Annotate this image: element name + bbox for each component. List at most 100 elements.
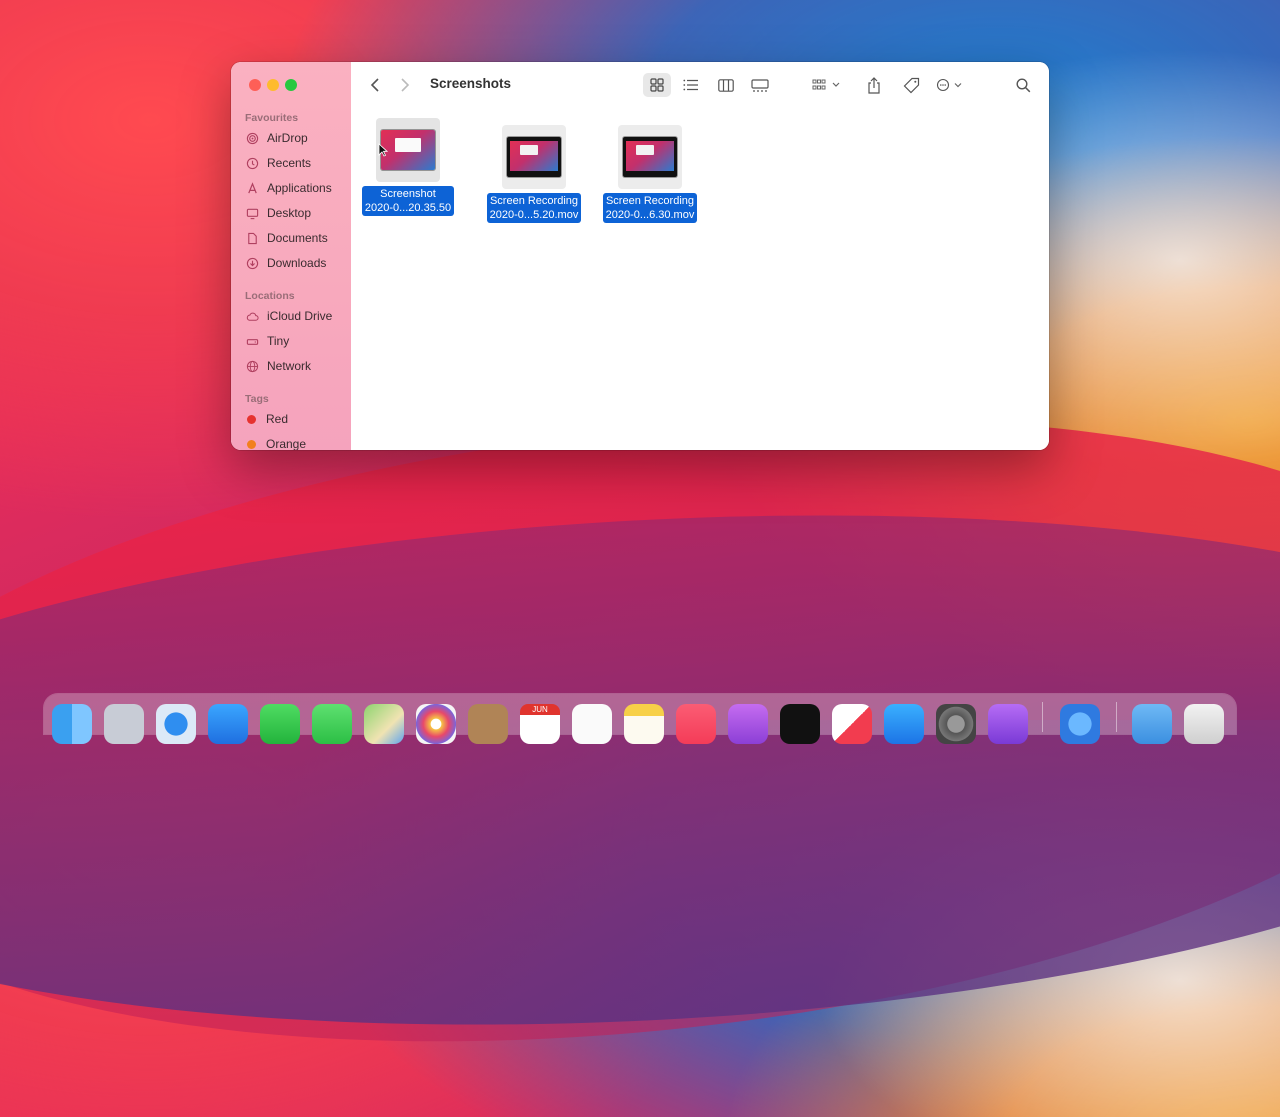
sidebar-item-label: Red	[266, 412, 289, 426]
finder-icon[interactable]	[52, 704, 92, 744]
sidebar-section-locations: Locations	[245, 290, 295, 302]
globe-icon	[245, 359, 259, 373]
sidebar-item-label: Downloads	[267, 256, 327, 270]
sidebar-item-label: Desktop	[267, 206, 312, 220]
sidebar-item-desktop[interactable]: Desktop	[245, 203, 349, 223]
sidebar-item-label: Network	[267, 359, 312, 373]
icon-view-icon	[650, 78, 664, 92]
dock-separator	[1116, 702, 1117, 732]
file-item[interactable]: Screen Recording 2020-0...5.20.mov	[474, 125, 594, 223]
file-grid: Screenshot 2020-0...20.35.50 Screen Reco…	[351, 108, 1049, 450]
recording-preview	[507, 137, 561, 177]
share-icon	[868, 76, 880, 94]
cloud-icon	[245, 309, 259, 323]
sidebar-item-airdrop[interactable]: AirDrop	[245, 128, 349, 148]
contacts-icon[interactable]	[468, 704, 508, 744]
safari-icon[interactable]	[156, 704, 196, 744]
sidebar-item-tag-orange[interactable]: Orange	[245, 434, 349, 450]
tag-color-dot	[247, 439, 256, 449]
podcasts-icon[interactable]	[728, 704, 768, 744]
file-item[interactable]: Screen Recording 2020-0...6.30.mov	[590, 125, 710, 223]
screenshot-preview	[381, 130, 435, 170]
system-preferences-icon[interactable]	[936, 704, 976, 744]
news-icon[interactable]	[832, 704, 872, 744]
group-button[interactable]	[809, 73, 845, 97]
facetime-icon[interactable]	[260, 704, 300, 744]
notes-icon[interactable]	[624, 704, 664, 744]
desktop-icon	[245, 206, 259, 220]
column-view-button[interactable]	[712, 73, 740, 97]
maps-icon[interactable]	[364, 704, 404, 744]
download-icon	[245, 256, 259, 270]
tag-icon	[903, 77, 919, 93]
toolbar: Screenshots	[351, 62, 1049, 109]
dock-separator	[1042, 702, 1043, 732]
forward-button[interactable]	[395, 73, 415, 97]
sidebar-item-icloud-drive[interactable]: iCloud Drive	[245, 306, 349, 326]
file-item[interactable]: Screenshot 2020-0...20.35.50	[348, 118, 468, 216]
tv-icon[interactable]	[780, 704, 820, 744]
sidebar-item-label: Orange	[266, 437, 307, 450]
disk-icon	[245, 334, 259, 348]
list-view-icon	[683, 79, 698, 91]
file-thumbnail	[618, 125, 682, 189]
calendar-month-label: JUN	[520, 704, 560, 715]
music-icon[interactable]	[676, 704, 716, 744]
mail-icon[interactable]	[208, 704, 248, 744]
zoom-button[interactable]	[285, 79, 297, 91]
feedback-icon[interactable]	[988, 704, 1028, 744]
icon-view-button[interactable]	[643, 73, 671, 97]
airdrop-icon	[245, 131, 259, 145]
sidebar-item-label: Documents	[267, 231, 328, 245]
photos-icon[interactable]	[416, 704, 456, 744]
sidebar-section-tags: Tags	[245, 393, 269, 405]
share-button[interactable]	[863, 73, 885, 97]
minimize-button[interactable]	[267, 79, 279, 91]
finder-window[interactable]: Favourites AirDrop Recents Applications …	[231, 62, 1049, 450]
sidebar-item-label: Applications	[267, 181, 332, 195]
sidebar-item-label: Tiny	[267, 334, 290, 348]
sidebar-item-tag-red[interactable]: Red	[245, 409, 349, 429]
launchpad-icon[interactable]	[104, 704, 144, 744]
app-store-icon[interactable]	[884, 704, 924, 744]
mouse-cursor-icon	[378, 143, 388, 157]
file-thumbnail	[502, 125, 566, 189]
file-name-label: Screen Recording 2020-0...6.30.mov	[602, 193, 698, 223]
screen-time-icon[interactable]	[1060, 704, 1100, 744]
sidebar-item-network[interactable]: Network	[245, 356, 349, 376]
gallery-view-icon	[751, 78, 769, 92]
clock-icon	[245, 156, 259, 170]
sidebar-item-tiny[interactable]: Tiny	[245, 331, 349, 351]
sidebar: Favourites AirDrop Recents Applications …	[231, 62, 351, 450]
reminders-icon[interactable]	[572, 704, 612, 744]
search-icon	[1015, 77, 1030, 92]
tag-color-dot	[247, 414, 256, 424]
sidebar-section-favourites: Favourites	[245, 112, 299, 124]
window-title: Screenshots	[430, 76, 512, 91]
sidebar-item-recents[interactable]: Recents	[245, 153, 349, 173]
gallery-view-button[interactable]	[746, 73, 774, 97]
sidebar-item-documents[interactable]: Documents	[245, 228, 349, 248]
sidebar-item-label: AirDrop	[267, 131, 308, 145]
back-icon	[370, 78, 379, 92]
downloads-folder-icon[interactable]	[1132, 704, 1172, 744]
search-button[interactable]	[1011, 73, 1035, 97]
applications-icon	[245, 181, 259, 195]
messages-icon[interactable]	[312, 704, 352, 744]
calendar-icon[interactable]: JUN	[520, 704, 560, 744]
tag-button[interactable]	[900, 73, 922, 97]
column-view-icon	[718, 78, 734, 92]
document-icon	[245, 231, 259, 245]
file-name-label: Screen Recording 2020-0...5.20.mov	[486, 193, 582, 223]
trash-icon[interactable]	[1184, 704, 1224, 744]
back-button[interactable]	[365, 73, 385, 97]
sidebar-item-label: Recents	[267, 156, 312, 170]
sidebar-item-applications[interactable]: Applications	[245, 178, 349, 198]
close-button[interactable]	[249, 79, 261, 91]
dock: JUN	[44, 694, 1236, 744]
list-view-button[interactable]	[677, 73, 705, 97]
group-icon	[812, 79, 840, 90]
sidebar-item-label: iCloud Drive	[267, 309, 333, 323]
more-button[interactable]	[935, 73, 967, 97]
sidebar-item-downloads[interactable]: Downloads	[245, 253, 349, 273]
